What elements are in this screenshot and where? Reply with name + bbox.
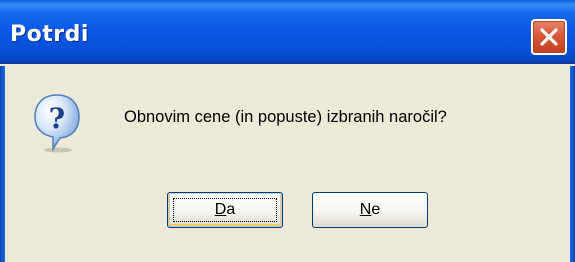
close-icon — [540, 28, 558, 46]
dialog-message: Obnovim cene (in popuste) izbranih naroč… — [124, 108, 447, 126]
dialog-body — [0, 66, 575, 262]
confirm-dialog: Potrdi ? Obnovim cene (in popuste) izbra… — [0, 0, 575, 262]
question-icon: ? — [34, 94, 80, 153]
title-bar[interactable]: Potrdi — [0, 0, 575, 64]
close-button[interactable] — [531, 19, 567, 55]
no-label-rest: e — [371, 201, 381, 218]
no-mnemonic: N — [359, 201, 372, 218]
svg-text:?: ? — [49, 102, 65, 135]
dialog-title: Potrdi — [10, 22, 89, 47]
window-frame-left — [0, 66, 5, 262]
no-button[interactable]: Ne — [312, 192, 428, 228]
yes-button[interactable]: Da — [167, 192, 283, 228]
focus-rectangle — [173, 198, 277, 222]
window-frame-right — [570, 66, 575, 262]
